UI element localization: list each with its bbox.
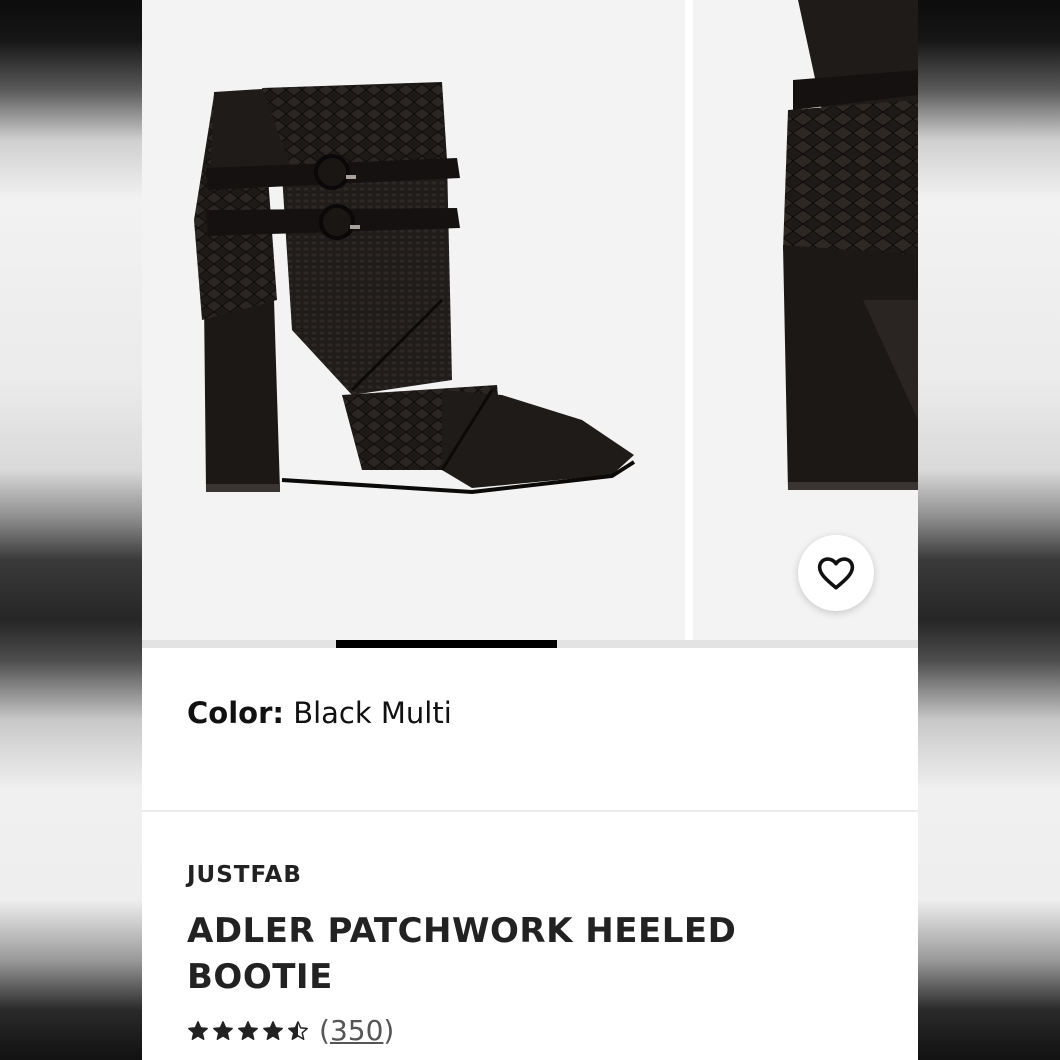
blurred-backdrop-left [0,0,142,1060]
star-icon [263,1020,283,1040]
star-icon [238,1020,258,1040]
star-icon [288,1020,308,1040]
review-count-link[interactable]: (350) [319,1014,394,1047]
color-selector: Color: Black Multi [187,696,452,730]
rating-row[interactable]: (350) [187,1014,394,1047]
star-rating [187,1020,309,1042]
favorite-button[interactable] [798,535,874,611]
review-count: 350 [329,1014,384,1047]
color-value: Black Multi [293,696,452,730]
section-divider [142,810,918,812]
gallery-slide-boot-side[interactable] [142,0,685,640]
review-count-open-paren: ( [319,1014,330,1047]
image-gallery[interactable] [142,0,918,648]
gallery-slide-gap [685,0,693,640]
boot-back-image [783,0,918,490]
gallery-progress-bar [142,640,918,648]
review-count-close-paren: ) [383,1014,395,1047]
gallery-progress-indicator [336,640,558,648]
boot-side-image [194,82,636,495]
blurred-backdrop-right [918,0,1060,1060]
star-icon [213,1020,233,1040]
product-page: Color: Black Multi JUSTFAB ADLER PATCHWO… [142,0,918,1060]
brand-name[interactable]: JUSTFAB [187,862,302,888]
color-label: Color: [187,696,284,730]
heart-outline-icon [817,557,855,590]
product-title: ADLER PATCHWORK HEELED BOOTIE [187,911,737,997]
gallery-slide-boot-back[interactable] [693,0,918,640]
star-icon [188,1020,208,1040]
